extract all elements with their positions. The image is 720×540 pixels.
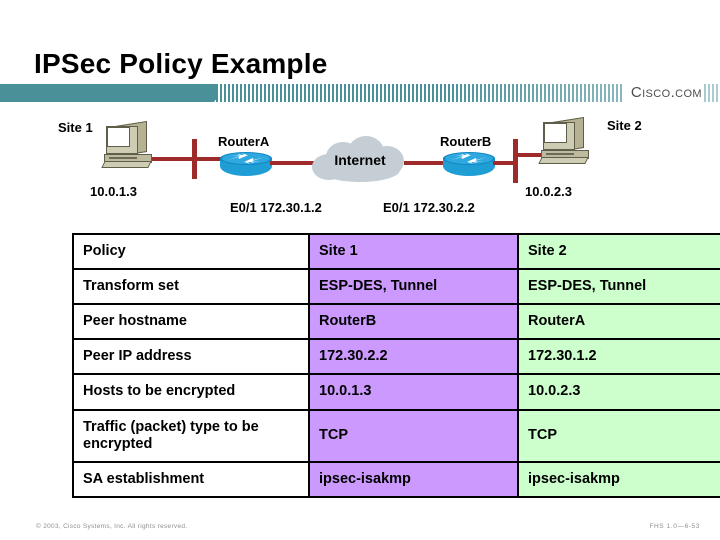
cell-policy-site2: Site 2 (517, 232, 720, 271)
routerb-interface-label: E0/1 172.30.2.2 (383, 200, 475, 215)
cell-sa-establishment-site2: ipsec-isakmp (517, 460, 720, 498)
cell-policy-label: Policy (72, 232, 310, 271)
host2-ip-label: 10.0.2.3 (525, 184, 572, 199)
router-icon-b (443, 152, 495, 182)
footer-slide-code: FHS 1.0—6-53 (649, 523, 700, 530)
routera-interface-label: E0/1 172.30.1.2 (230, 200, 322, 215)
cell-transform-set-site2: ESP-DES, Tunnel (517, 268, 720, 306)
cell-traffic-type-site2: TCP (517, 408, 720, 463)
internet-cloud-label: Internet (334, 152, 386, 168)
link-pc1-to-tap1 (152, 157, 194, 161)
cell-peer-ip-site2: 172.30.1.2 (517, 338, 720, 376)
cell-hosts-site1: 10.0.1.3 (308, 373, 519, 411)
cell-traffic-type-label: Traffic (packet) type to be encrypted (72, 408, 310, 463)
internet-cloud-icon: Internet (312, 136, 408, 186)
cell-peer-hostname-label: Peer hostname (72, 303, 310, 341)
cell-peer-ip-label: Peer IP address (72, 338, 310, 376)
cell-sa-establishment-label: SA establishment (72, 460, 310, 498)
cell-peer-ip-site1: 172.30.2.2 (308, 338, 519, 376)
link-cloud-to-routerb (404, 161, 446, 165)
cell-sa-establishment-site1: ipsec-isakmp (308, 460, 519, 498)
brand-wordmark: Cisco.com (622, 84, 702, 102)
table-row: Traffic (packet) type to be encrypted TC… (72, 408, 720, 463)
site1-label: Site 1 (58, 120, 93, 135)
router-icon-a (220, 152, 272, 182)
routerb-label: RouterB (440, 134, 492, 149)
table-row: Peer IP address 172.30.2.2 172.30.1.2 (72, 338, 720, 376)
cell-transform-set-label: Transform set (72, 268, 310, 306)
pc-icon-site1 (101, 120, 161, 170)
brand-banner (0, 84, 720, 102)
pc-icon-site2 (538, 116, 598, 166)
page-title: IPSec Policy Example (34, 48, 328, 79)
table-row: Policy Site 1 Site 2 (72, 232, 720, 271)
link-tap1-to-routera (196, 157, 222, 161)
cell-hosts-label: Hosts to be encrypted (72, 373, 310, 411)
cell-peer-hostname-site2: RouterA (517, 303, 720, 341)
cell-policy-site1: Site 1 (308, 232, 519, 271)
cell-transform-set-site1: ESP-DES, Tunnel (308, 268, 519, 306)
footer-copyright: © 2003, Cisco Systems, Inc. All rights r… (36, 523, 188, 530)
cell-traffic-type-site1: TCP (308, 408, 519, 463)
cell-hosts-site2: 10.0.2.3 (517, 373, 720, 411)
policy-table-body: Policy Site 1 Site 2 Transform set ESP-D… (72, 232, 720, 498)
table-row: Transform set ESP-DES, Tunnel ESP-DES, T… (72, 268, 720, 306)
table-row: Hosts to be encrypted 10.0.1.3 10.0.2.3 (72, 373, 720, 411)
link-routerb-to-tap2 (493, 161, 515, 165)
tap-site2 (513, 139, 518, 183)
banner-solid-segment (0, 84, 214, 102)
link-routera-to-cloud (270, 161, 316, 165)
table-row: SA establishment ipsec-isakmp ipsec-isak… (72, 460, 720, 498)
table-row: Peer hostname RouterB RouterA (72, 303, 720, 341)
site2-label: Site 2 (607, 118, 642, 133)
router-arrows-icon (228, 153, 264, 164)
routera-label: RouterA (218, 134, 270, 149)
router-arrows-icon (451, 153, 487, 164)
cell-peer-hostname-site1: RouterB (308, 303, 519, 341)
network-diagram: Site 1 10.0.1.3 RouterA E0/1 172.30.1.2 (0, 108, 720, 226)
host1-ip-label: 10.0.1.3 (90, 184, 137, 199)
policy-table: Policy Site 1 Site 2 Transform set ESP-D… (72, 232, 720, 498)
